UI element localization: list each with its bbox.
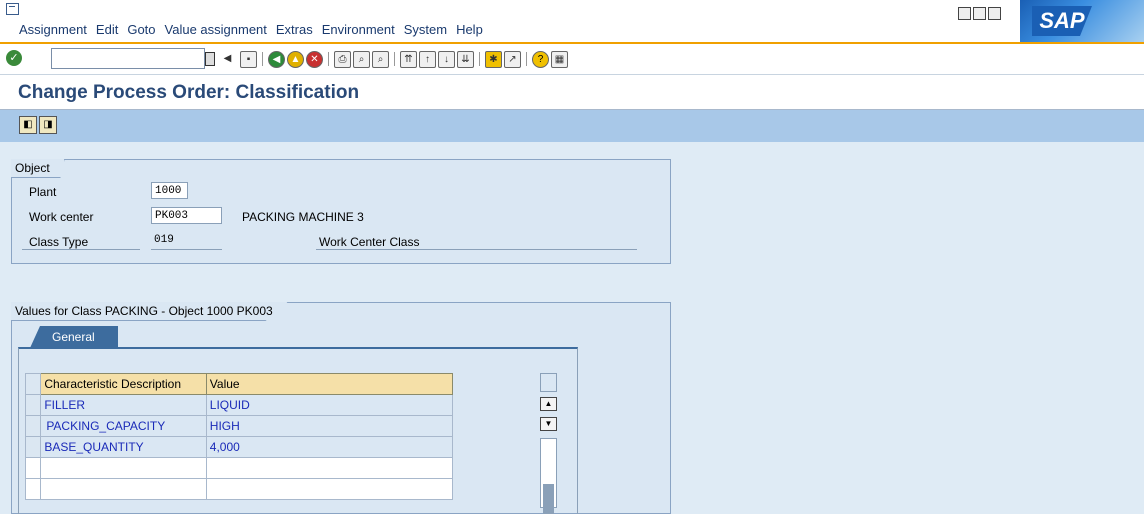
save-icon[interactable]: ▪: [240, 51, 257, 68]
characteristic-description[interactable]: FILLER: [40, 394, 207, 416]
menu-edit[interactable]: Edit: [96, 22, 118, 37]
column-config-icon[interactable]: [540, 373, 557, 392]
enter-icon[interactable]: ✓: [6, 50, 22, 66]
previous-page-icon[interactable]: ↑: [419, 51, 436, 68]
command-field[interactable]: [51, 48, 205, 69]
row-selector[interactable]: [24, 394, 42, 416]
minimize-icon[interactable]: [958, 7, 971, 20]
help-icon[interactable]: ?: [532, 51, 549, 68]
toolbar-separator: [394, 52, 395, 66]
scroll-track[interactable]: [540, 438, 557, 514]
class-type-label: Class Type: [29, 235, 89, 249]
exit-icon[interactable]: ▲: [287, 51, 304, 68]
column-header-value[interactable]: Value: [205, 373, 454, 395]
last-page-icon[interactable]: ⇊: [457, 51, 474, 68]
row-selector[interactable]: [24, 478, 42, 500]
menu-goto[interactable]: Goto: [127, 22, 155, 37]
characteristic-value[interactable]: 4,000: [205, 436, 454, 458]
class-type-value: 019: [154, 234, 174, 246]
page-title: Change Process Order: Classification: [18, 82, 360, 103]
menu-value-assignment[interactable]: Value assignment: [165, 22, 267, 37]
create-session-icon[interactable]: ✱: [485, 51, 502, 68]
table-scrollbar[interactable]: ▲ ▼: [540, 373, 557, 514]
characteristics-table: Characteristic Description Value FILLER …: [24, 373, 454, 500]
row-selector[interactable]: [24, 436, 42, 458]
row-selector[interactable]: [24, 415, 42, 437]
command-dropdown-icon[interactable]: [205, 52, 215, 66]
characteristic-value[interactable]: HIGH: [205, 415, 454, 437]
scroll-thumb[interactable]: [543, 484, 554, 514]
empty-cell[interactable]: [40, 457, 207, 479]
menu-items: Assignment Edit Goto Value assignment Ex…: [19, 22, 492, 37]
cancel-icon[interactable]: ✕: [306, 51, 323, 68]
row-selector[interactable]: [24, 457, 42, 479]
next-page-icon[interactable]: ↓: [438, 51, 455, 68]
first-page-icon[interactable]: ⇈: [400, 51, 417, 68]
print-icon[interactable]: ⎙: [334, 51, 351, 68]
toolbar-separator: [479, 52, 480, 66]
scroll-down-icon[interactable]: ▼: [540, 417, 557, 431]
plant-label: Plant: [29, 185, 57, 199]
previous-object-icon[interactable]: ◧: [19, 116, 37, 134]
application-toolbar: ◧ ◨: [0, 110, 1144, 142]
table-header-row: Characteristic Description Value: [24, 373, 454, 395]
object-group-title: Object: [11, 159, 65, 178]
characteristic-description[interactable]: PACKING_CAPACITY: [40, 415, 207, 437]
toolbar-separator: [526, 52, 527, 66]
close-icon[interactable]: [988, 7, 1001, 20]
empty-cell[interactable]: [205, 478, 454, 500]
table-row: BASE_QUANTITY 4,000: [24, 436, 454, 458]
characteristic-description[interactable]: BASE_QUANTITY: [40, 436, 207, 458]
maximize-icon[interactable]: [973, 7, 986, 20]
tab-general[interactable]: General: [30, 326, 118, 348]
characteristic-value[interactable]: LIQUID: [205, 394, 454, 416]
sap-logo: SAP: [1020, 0, 1144, 42]
title-bar: Change Process Order: Classification: [0, 75, 1144, 110]
toolbar-separator: [328, 52, 329, 66]
table-row: FILLER LIQUID: [24, 394, 454, 416]
work-center-field[interactable]: PK003: [151, 207, 222, 224]
toolbar-separator: [262, 52, 263, 66]
system-menu-icon[interactable]: [6, 3, 19, 15]
plant-field[interactable]: 1000: [151, 182, 188, 199]
class-type-desc-underline: [316, 249, 637, 250]
class-type-value-underline: [151, 249, 222, 250]
sap-logo-text: SAP: [1032, 6, 1092, 36]
menu-environment[interactable]: Environment: [322, 22, 395, 37]
table-row-empty: [24, 457, 454, 479]
back-arrow-icon[interactable]: ◀: [220, 51, 235, 66]
class-type-underline: [22, 249, 140, 250]
empty-cell[interactable]: [40, 478, 207, 500]
table-row-empty: [24, 478, 454, 500]
values-group-title: Values for Class PACKING - Object 1000 P…: [11, 302, 288, 321]
menu-extras[interactable]: Extras: [276, 22, 313, 37]
shortcut-icon[interactable]: ↗: [504, 51, 521, 68]
standard-toolbar: ✓ ◀ ▪ ◀ ▲ ✕ ⎙ ⌕ ⌕ ⇈ ↑ ↓ ⇊ ✱ ↗ ? ▦: [0, 44, 1144, 75]
back-icon[interactable]: ◀: [268, 51, 285, 68]
find-icon[interactable]: ⌕: [353, 51, 370, 68]
menu-system[interactable]: System: [404, 22, 447, 37]
empty-cell[interactable]: [205, 457, 454, 479]
next-object-icon[interactable]: ◨: [39, 116, 57, 134]
column-header-description[interactable]: Characteristic Description: [40, 373, 207, 395]
work-center-label: Work center: [29, 210, 94, 224]
work-center-description: PACKING MACHINE 3: [242, 210, 364, 224]
menu-bar: Assignment Edit Goto Value assignment Ex…: [0, 0, 1144, 44]
find-next-icon[interactable]: ⌕: [372, 51, 389, 68]
class-type-description: Work Center Class: [319, 235, 420, 249]
layout-menu-icon[interactable]: ▦: [551, 51, 568, 68]
menu-help[interactable]: Help: [456, 22, 483, 37]
scroll-up-icon[interactable]: ▲: [540, 397, 557, 411]
menu-assignment[interactable]: Assignment: [19, 22, 87, 37]
table-row: PACKING_CAPACITY HIGH: [24, 415, 454, 437]
select-all-cell[interactable]: [24, 373, 42, 395]
